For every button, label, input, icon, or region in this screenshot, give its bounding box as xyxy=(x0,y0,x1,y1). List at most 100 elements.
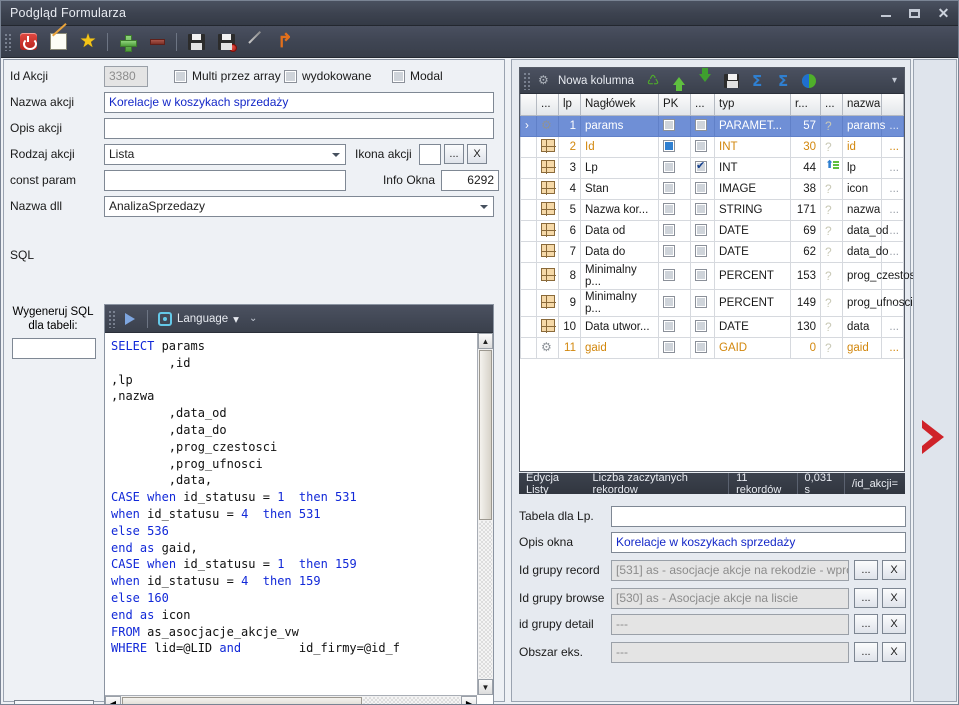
grid-toolbar-grip[interactable] xyxy=(523,71,532,90)
cell-lp[interactable]: 2 xyxy=(558,135,581,158)
hscroll-thumb[interactable] xyxy=(122,697,362,704)
cell-extra[interactable] xyxy=(690,240,715,263)
scroll-track[interactable] xyxy=(479,521,492,678)
cell-naglowek[interactable]: Data od xyxy=(580,219,659,242)
col-header-extra[interactable]: ... xyxy=(690,94,715,116)
cell-typ[interactable]: DATE xyxy=(714,240,791,263)
row-indicator[interactable] xyxy=(520,177,537,200)
col-header-icon[interactable]: ... xyxy=(536,94,559,116)
id-grupy-record-clear-button[interactable]: X xyxy=(882,560,906,580)
row-type-icon[interactable] xyxy=(536,288,559,317)
cell-sort[interactable]: ? xyxy=(820,288,843,317)
sql-toolbar-grip[interactable] xyxy=(108,309,117,328)
cell-naglowek[interactable]: params xyxy=(580,114,659,137)
cell-naglowek[interactable]: Data do xyxy=(580,240,659,263)
expand-arrow-icon[interactable] xyxy=(922,420,944,454)
row-type-icon[interactable] xyxy=(536,219,559,242)
move-down-button[interactable] xyxy=(692,67,718,92)
toolbar-grip[interactable] xyxy=(4,32,13,51)
cell-typ[interactable]: IMAGE xyxy=(714,177,791,200)
cell-r[interactable]: 44 xyxy=(790,156,821,179)
cell-r[interactable]: 69 xyxy=(790,219,821,242)
cell-sort[interactable]: ? xyxy=(820,177,843,200)
cell-nazwa[interactable]: gaid xyxy=(842,336,882,359)
save-record-button[interactable] xyxy=(211,29,241,55)
scroll-right-button[interactable]: ▶ xyxy=(461,696,477,704)
row-type-icon[interactable] xyxy=(536,156,559,179)
id-grupy-browse-clear-button[interactable]: X xyxy=(882,588,906,608)
cell-sort[interactable]: ? xyxy=(820,198,843,221)
cell-nazwa[interactable]: prog_czestosci... xyxy=(842,261,933,290)
subtotal-button[interactable]: Σ xyxy=(770,70,796,92)
input-id-akcji[interactable]: 3380 xyxy=(104,65,148,87)
cell-extra[interactable] xyxy=(690,219,715,242)
table-row[interactable]: 4 Stan IMAGE 38? icon... xyxy=(520,177,904,200)
cell-extra[interactable] xyxy=(690,114,715,137)
cell-sort[interactable]: ? xyxy=(820,336,843,359)
row-indicator[interactable]: › xyxy=(520,114,537,137)
cell-pk[interactable] xyxy=(658,315,691,338)
table-row[interactable]: › ⚙ 1 params PARAMET... 57? params... xyxy=(520,114,904,137)
col-header-r[interactable]: r... xyxy=(790,94,821,116)
cell-more[interactable]: ... xyxy=(881,336,904,359)
cell-naglowek[interactable]: Nazwa kor... xyxy=(580,198,659,221)
input-info-okna[interactable]: 6292 xyxy=(441,169,499,191)
row-type-icon[interactable] xyxy=(536,198,559,221)
expander-panel[interactable] xyxy=(913,59,957,702)
input-opis-okna[interactable]: Korelacje w koszykach sprzedaży xyxy=(611,531,906,553)
cell-pk[interactable] xyxy=(658,240,691,263)
table-row[interactable]: 5 Nazwa kor... STRING 171? nazwa... xyxy=(520,198,904,221)
row-indicator[interactable] xyxy=(520,261,537,290)
import-button[interactable] xyxy=(718,70,744,92)
cell-r[interactable]: 153 xyxy=(790,261,821,290)
row-indicator[interactable] xyxy=(520,288,537,317)
row-type-icon[interactable]: ⚙ xyxy=(536,336,559,359)
row-indicator[interactable] xyxy=(520,315,537,338)
cell-r[interactable]: 130 xyxy=(790,315,821,338)
cell-more[interactable]: ... xyxy=(881,177,904,200)
cell-sort[interactable]: ? xyxy=(820,114,843,137)
select-nazwa-dll[interactable]: AnalizaSprzedazy xyxy=(104,195,494,217)
cell-pk[interactable] xyxy=(658,261,691,290)
table-row[interactable]: 2 Id INT 30? id... xyxy=(520,135,904,158)
cell-pk[interactable] xyxy=(658,156,691,179)
row-type-icon[interactable]: ⚙ xyxy=(536,114,559,137)
cell-lp[interactable]: 9 xyxy=(558,288,581,317)
scroll-left-button[interactable]: ◀ xyxy=(105,696,121,704)
sql-toolbar-overflow[interactable]: ⌄ xyxy=(245,313,261,324)
run-sql-button[interactable] xyxy=(117,308,143,330)
cell-typ[interactable]: STRING xyxy=(714,198,791,221)
cell-sort[interactable]: ? xyxy=(820,135,843,158)
cell-lp[interactable]: 1 xyxy=(558,114,581,137)
sql-vertical-scrollbar[interactable]: ▲ ▼ xyxy=(477,333,493,695)
select-rodzaj-akcji[interactable]: Lista xyxy=(104,143,346,165)
cell-pk[interactable] xyxy=(658,219,691,242)
add-button[interactable] xyxy=(112,29,142,55)
col-header-nazwa[interactable]: nazwa xyxy=(842,94,882,116)
remove-button[interactable] xyxy=(142,29,172,55)
table-row[interactable]: 10 Data utwor... DATE 130? data... xyxy=(520,315,904,338)
cell-sort[interactable]: ? xyxy=(820,219,843,242)
row-type-icon[interactable] xyxy=(536,135,559,158)
cell-typ[interactable]: DATE xyxy=(714,315,791,338)
cell-pk[interactable] xyxy=(658,177,691,200)
row-type-icon[interactable] xyxy=(536,315,559,338)
move-up-button[interactable] xyxy=(666,70,692,92)
ikona-akcji-browse-button[interactable]: ... xyxy=(444,144,464,164)
cell-more[interactable]: ... xyxy=(881,135,904,158)
cell-sort[interactable]: ? xyxy=(820,240,843,263)
id-grupy-record-browse-button[interactable]: ... xyxy=(854,560,878,580)
cell-lp[interactable]: 10 xyxy=(558,315,581,338)
cell-typ[interactable]: GAID xyxy=(714,336,791,359)
col-header-end[interactable] xyxy=(881,94,904,116)
cell-more[interactable]: ... xyxy=(881,315,904,338)
cell-lp[interactable]: 3 xyxy=(558,156,581,179)
refresh-button[interactable]: ♺ xyxy=(640,70,666,92)
table-row[interactable]: 3Lp INT44 lp... xyxy=(520,156,904,179)
cell-naglowek[interactable]: Minimalny p... xyxy=(580,261,659,290)
row-indicator[interactable] xyxy=(520,240,537,263)
cell-extra[interactable] xyxy=(690,156,715,179)
pen-button[interactable] xyxy=(241,29,271,55)
table-row[interactable]: 8Minimalny p... PERCENT153? prog_czestosci… xyxy=(520,261,933,290)
obszar-eks-browse-button[interactable]: ... xyxy=(854,642,878,662)
